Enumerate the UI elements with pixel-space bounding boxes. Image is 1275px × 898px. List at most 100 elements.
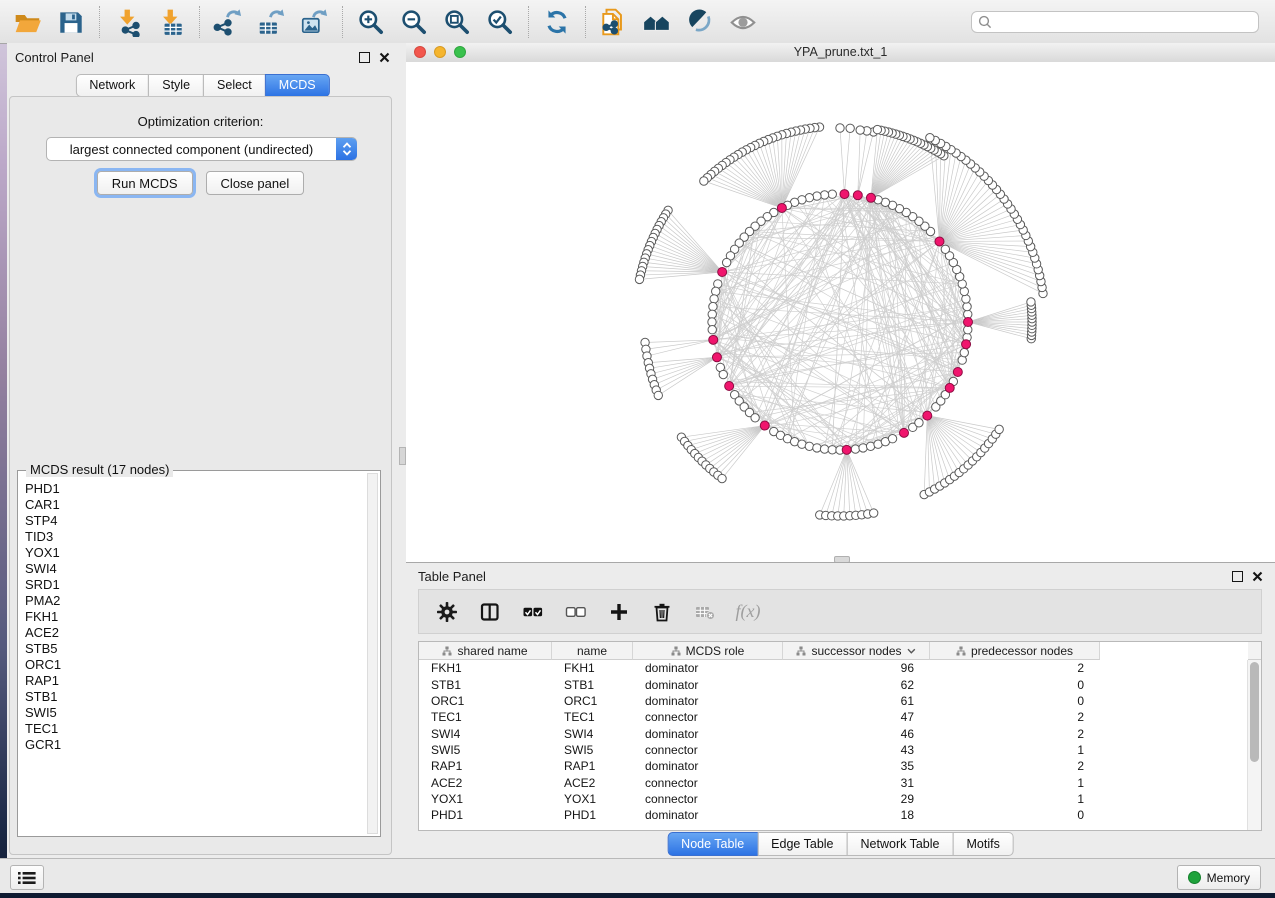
mcds-result-item[interactable]: RAP1 bbox=[25, 673, 367, 689]
cell-shared-name[interactable]: SWI5 bbox=[419, 743, 552, 757]
table-float-panel-button[interactable] bbox=[1232, 571, 1243, 582]
mcds-result-item[interactable]: STB5 bbox=[25, 641, 367, 657]
deselect-all-checkboxes-button[interactable] bbox=[564, 600, 588, 624]
cell-shared-name[interactable]: FKH1 bbox=[419, 661, 552, 675]
cell-predecessor-nodes[interactable]: 0 bbox=[930, 808, 1100, 822]
show-hide-eye-button[interactable] bbox=[728, 7, 758, 37]
table-settings-button[interactable] bbox=[435, 600, 459, 624]
cell-mcds-role[interactable]: dominator bbox=[633, 727, 783, 741]
column-header-predecessor-nodes[interactable]: predecessor nodes bbox=[930, 642, 1100, 660]
table-row[interactable]: YOX1YOX1connector291 bbox=[419, 791, 1248, 807]
mcds-result-item[interactable]: SRD1 bbox=[25, 577, 367, 593]
search-input[interactable] bbox=[971, 11, 1259, 33]
mcds-result-item[interactable]: STB1 bbox=[25, 689, 367, 705]
cell-predecessor-nodes[interactable]: 1 bbox=[930, 743, 1100, 757]
cell-shared-name[interactable]: PHD1 bbox=[419, 808, 552, 822]
cell-successor-nodes[interactable]: 47 bbox=[783, 710, 930, 724]
table-scrollbar[interactable] bbox=[1247, 660, 1261, 830]
mcds-result-item[interactable]: CAR1 bbox=[25, 497, 367, 513]
cell-successor-nodes[interactable]: 31 bbox=[783, 776, 930, 790]
cell-successor-nodes[interactable]: 29 bbox=[783, 792, 930, 806]
cell-successor-nodes[interactable]: 35 bbox=[783, 759, 930, 773]
mcds-list-scrollbar[interactable] bbox=[367, 473, 378, 834]
column-header-successor-nodes[interactable]: successor nodes bbox=[783, 642, 930, 660]
cell-mcds-role[interactable]: dominator bbox=[633, 678, 783, 692]
table-row[interactable]: ACE2ACE2connector311 bbox=[419, 774, 1248, 790]
table-row[interactable]: FKH1FKH1dominator962 bbox=[419, 660, 1248, 676]
export-image-button[interactable] bbox=[299, 7, 329, 37]
import-table-from-file-button[interactable] bbox=[156, 7, 186, 37]
refresh-view-button[interactable] bbox=[542, 7, 572, 37]
cell-name[interactable]: SWI4 bbox=[552, 727, 633, 741]
cell-shared-name[interactable]: YOX1 bbox=[419, 792, 552, 806]
tab-node-table[interactable]: Node Table bbox=[667, 832, 758, 856]
cell-mcds-role[interactable]: connector bbox=[633, 710, 783, 724]
mcds-result-item[interactable]: SWI5 bbox=[25, 705, 367, 721]
mcds-result-item[interactable]: ACE2 bbox=[25, 625, 367, 641]
zoom-in-button[interactable] bbox=[356, 7, 386, 37]
zoom-selected-button[interactable] bbox=[485, 7, 515, 37]
cell-predecessor-nodes[interactable]: 0 bbox=[930, 678, 1100, 692]
mcds-result-item[interactable]: SWI4 bbox=[25, 561, 367, 577]
table-row[interactable]: RAP1RAP1dominator352 bbox=[419, 758, 1248, 774]
table-row[interactable]: TEC1TEC1connector472 bbox=[419, 709, 1248, 725]
table-row[interactable]: SWI4SWI4dominator462 bbox=[419, 725, 1248, 741]
zoom-fit-content-button[interactable] bbox=[442, 7, 472, 37]
cell-name[interactable]: YOX1 bbox=[552, 792, 633, 806]
add-column-button[interactable] bbox=[607, 600, 631, 624]
column-header-shared-name[interactable]: shared name bbox=[419, 642, 552, 660]
cell-name[interactable]: ORC1 bbox=[552, 694, 633, 708]
cell-name[interactable]: SWI5 bbox=[552, 743, 633, 757]
close-panel-button[interactable] bbox=[379, 52, 390, 63]
export-table-button[interactable] bbox=[256, 7, 286, 37]
tab-edge-table[interactable]: Edge Table bbox=[757, 832, 847, 856]
cell-mcds-role[interactable]: connector bbox=[633, 743, 783, 757]
optimization-criterion-select[interactable]: largest connected component (undirected) bbox=[46, 137, 357, 161]
cell-name[interactable]: STB1 bbox=[552, 678, 633, 692]
cell-shared-name[interactable]: STB1 bbox=[419, 678, 552, 692]
cell-name[interactable]: RAP1 bbox=[552, 759, 633, 773]
cell-predecessor-nodes[interactable]: 2 bbox=[930, 759, 1100, 773]
cell-successor-nodes[interactable]: 61 bbox=[783, 694, 930, 708]
tab-motifs[interactable]: Motifs bbox=[952, 832, 1013, 856]
table-close-panel-button[interactable] bbox=[1252, 571, 1263, 582]
cell-name[interactable]: PHD1 bbox=[552, 808, 633, 822]
import-network-from-file-button[interactable] bbox=[113, 7, 143, 37]
tab-select[interactable]: Select bbox=[203, 74, 266, 97]
table-scrollbar-thumb[interactable] bbox=[1250, 662, 1259, 762]
cell-successor-nodes[interactable]: 62 bbox=[783, 678, 930, 692]
toggle-graphics-details-button[interactable] bbox=[685, 7, 715, 37]
open-session-button[interactable] bbox=[13, 7, 43, 37]
cell-shared-name[interactable]: SWI4 bbox=[419, 727, 552, 741]
tab-network-table[interactable]: Network Table bbox=[847, 832, 954, 856]
mcds-result-item[interactable]: YOX1 bbox=[25, 545, 367, 561]
first-neighbors-button[interactable] bbox=[642, 7, 672, 37]
cell-mcds-role[interactable]: dominator bbox=[633, 808, 783, 822]
mcds-result-item[interactable]: GCR1 bbox=[25, 737, 367, 753]
cell-successor-nodes[interactable]: 18 bbox=[783, 808, 930, 822]
cell-successor-nodes[interactable]: 46 bbox=[783, 727, 930, 741]
delete-column-button[interactable] bbox=[650, 600, 674, 624]
tab-style[interactable]: Style bbox=[148, 74, 204, 97]
table-row[interactable]: ORC1ORC1dominator610 bbox=[419, 693, 1248, 709]
cell-predecessor-nodes[interactable]: 2 bbox=[930, 661, 1100, 675]
cell-shared-name[interactable]: ORC1 bbox=[419, 694, 552, 708]
cell-shared-name[interactable]: RAP1 bbox=[419, 759, 552, 773]
table-row[interactable]: SWI5SWI5connector431 bbox=[419, 742, 1248, 758]
mcds-result-item[interactable]: PHD1 bbox=[25, 481, 367, 497]
export-network-button[interactable] bbox=[213, 7, 243, 37]
tab-network[interactable]: Network bbox=[75, 74, 149, 97]
tab-mcds[interactable]: MCDS bbox=[265, 74, 330, 97]
cell-mcds-role[interactable]: dominator bbox=[633, 661, 783, 675]
cell-mcds-role[interactable]: connector bbox=[633, 776, 783, 790]
cell-name[interactable]: ACE2 bbox=[552, 776, 633, 790]
task-history-button[interactable] bbox=[10, 865, 44, 890]
cell-name[interactable]: TEC1 bbox=[552, 710, 633, 724]
vertical-splitter-grip[interactable] bbox=[399, 447, 406, 465]
column-header-name[interactable]: name bbox=[552, 642, 633, 660]
cell-name[interactable]: FKH1 bbox=[552, 661, 633, 675]
cell-predecessor-nodes[interactable]: 0 bbox=[930, 694, 1100, 708]
close-panel-action-button[interactable]: Close panel bbox=[206, 171, 305, 195]
float-panel-button[interactable] bbox=[359, 52, 370, 63]
network-canvas[interactable] bbox=[406, 62, 1275, 562]
